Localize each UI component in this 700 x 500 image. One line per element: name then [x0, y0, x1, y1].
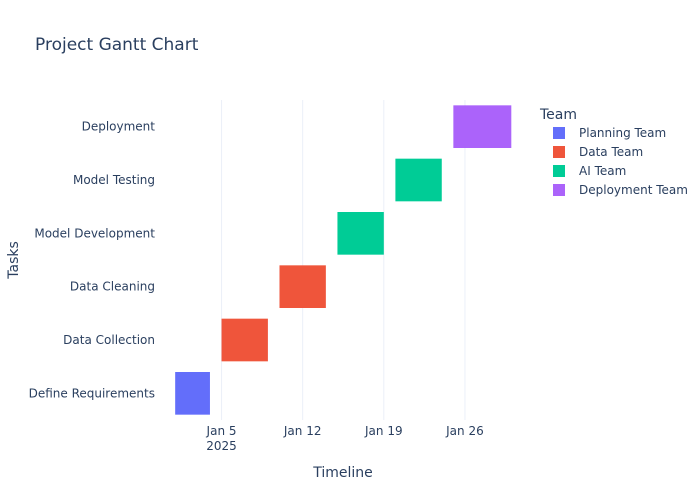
legend-swatch[interactable] — [553, 146, 565, 158]
y-axis-title: Tasks — [6, 241, 22, 280]
gantt-bar[interactable] — [453, 105, 512, 148]
legend-label[interactable]: AI Team — [579, 164, 626, 178]
gantt-bar[interactable] — [279, 265, 326, 308]
x-tick-label: Jan 26 — [445, 424, 484, 438]
y-tick-label: Data Collection — [63, 333, 155, 347]
y-tick-label: Data Cleaning — [70, 280, 155, 294]
legend-swatch[interactable] — [553, 127, 565, 139]
legend-label[interactable]: Planning Team — [579, 126, 666, 140]
y-tick-label: Model Development — [34, 226, 155, 240]
legend-swatch[interactable] — [553, 184, 565, 196]
gantt-chart: Jan 52025 Jan 12 Jan 19 Jan 26 Define Requi… — [6, 35, 688, 481]
legend: Team Planning Team Data Team AI Team Deploy… — [539, 107, 688, 197]
bars — [175, 105, 512, 415]
gantt-bar[interactable] — [337, 212, 384, 255]
legend-label[interactable]: Data Team — [579, 145, 643, 159]
legend-title: Team — [539, 107, 577, 123]
x-tick-label: Jan 12 — [283, 424, 322, 438]
x-tick-label: Jan 5 — [206, 424, 237, 438]
x-tick-label: Jan 19 — [364, 424, 403, 438]
gantt-bar[interactable] — [395, 158, 442, 202]
legend-label[interactable]: Deployment Team — [579, 183, 688, 197]
x-tick-sublabel: 2025 — [206, 439, 237, 453]
legend-swatch[interactable] — [553, 165, 565, 177]
y-axis-ticks: Define Requirements Data Collection Data C… — [29, 120, 156, 401]
gantt-bar[interactable] — [175, 372, 210, 415]
x-axis-title: Timeline — [312, 465, 373, 481]
x-axis-ticks: Jan 52025 Jan 12 Jan 19 Jan 26 — [206, 424, 484, 453]
gantt-bar[interactable] — [221, 318, 268, 362]
y-tick-label: Model Testing — [73, 173, 155, 187]
y-tick-label: Define Requirements — [29, 386, 155, 400]
y-tick-label: Deployment — [82, 120, 156, 134]
chart-title: Project Gantt Chart — [35, 35, 199, 55]
gridlines — [221, 100, 466, 420]
